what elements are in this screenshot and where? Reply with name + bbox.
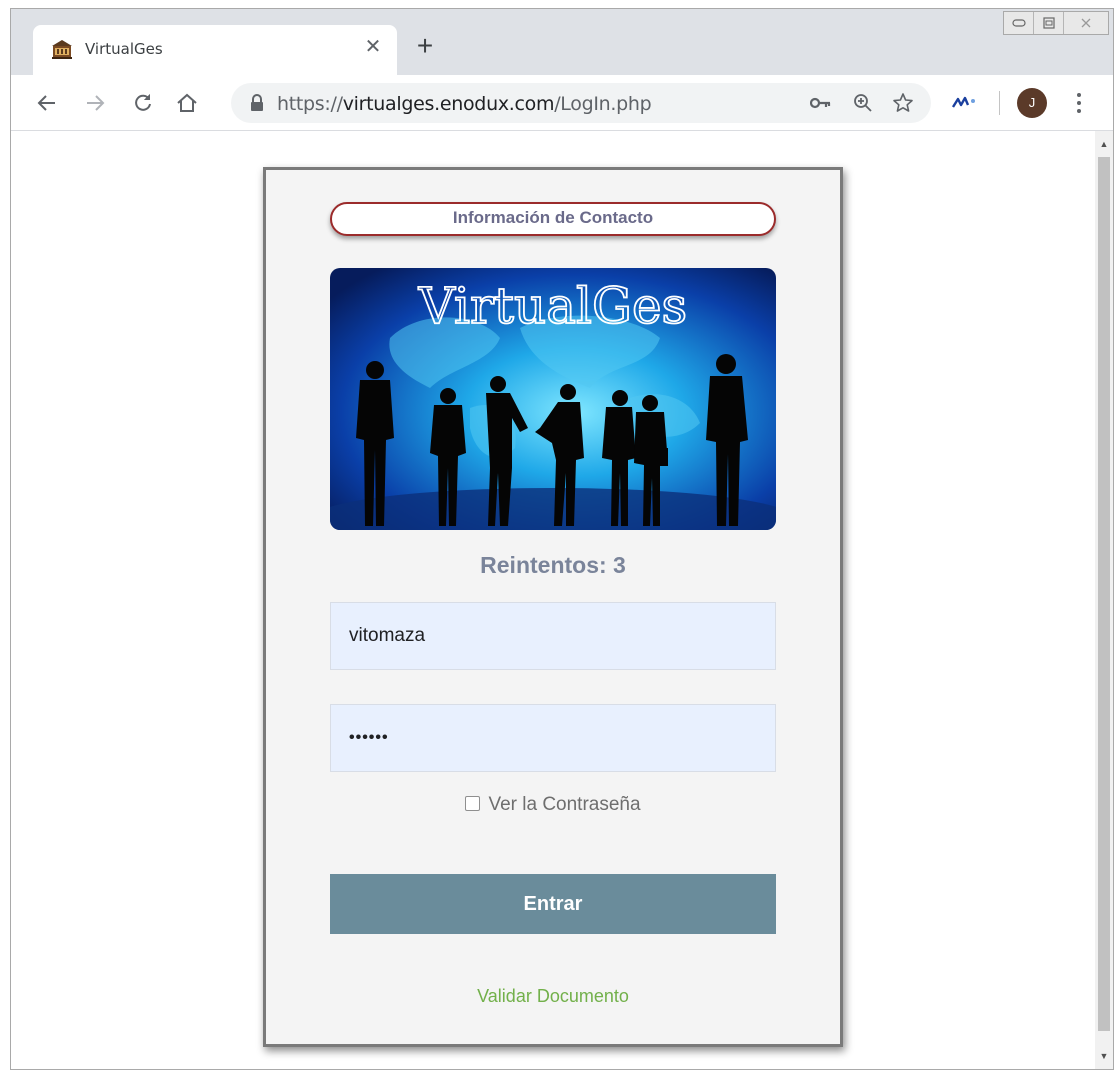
- minimize-icon[interactable]: [1004, 12, 1034, 34]
- tab-virtualges[interactable]: VirtualGes ✕: [33, 25, 397, 75]
- show-password-label: Ver la Contraseña: [488, 794, 641, 815]
- arrow-right-icon[interactable]: [79, 87, 111, 119]
- username-field[interactable]: vitomaza: [330, 602, 776, 670]
- close-icon[interactable]: [1064, 12, 1108, 34]
- avatar[interactable]: J: [1017, 88, 1047, 118]
- scroll-down-icon[interactable]: ▼: [1099, 1051, 1109, 1061]
- show-password-checkbox[interactable]: [465, 796, 481, 811]
- lock-icon: [251, 94, 263, 111]
- reload-icon[interactable]: [127, 87, 159, 119]
- address-bar[interactable]: https://virtualges.enodux.com/LogIn.php: [231, 83, 931, 123]
- url-path: /LogIn.php: [554, 93, 652, 115]
- page-viewport: Información de Contacto VirtualGes Reint…: [11, 131, 1113, 1069]
- browser-window: VirtualGes ✕ + https://virtualges.enodux…: [10, 8, 1114, 1070]
- show-password-toggle[interactable]: Ver la Contraseña: [330, 794, 776, 816]
- scroll-thumb[interactable]: [1098, 157, 1110, 1031]
- url-scheme: https://: [277, 93, 343, 115]
- retries-label: Reintentos: 3: [480, 552, 626, 578]
- validate-document-link[interactable]: Validar Documento: [330, 986, 776, 1007]
- bank-building-icon: [52, 40, 72, 59]
- scrollbar[interactable]: ▲ ▼: [1095, 131, 1113, 1069]
- window-controls: [1003, 11, 1109, 35]
- vertical-dots-icon[interactable]: [1067, 89, 1091, 117]
- password-field[interactable]: ••••••: [330, 704, 776, 772]
- star-icon[interactable]: [891, 91, 915, 115]
- home-icon[interactable]: [171, 87, 203, 119]
- tab-title: VirtualGes: [85, 40, 163, 58]
- arrow-left-icon[interactable]: [31, 87, 63, 119]
- banner-image: VirtualGes: [330, 268, 776, 530]
- enter-button[interactable]: Entrar: [330, 874, 776, 934]
- tab-strip: VirtualGes ✕ +: [11, 9, 1113, 75]
- restore-icon[interactable]: [1034, 12, 1064, 34]
- key-icon[interactable]: [809, 91, 833, 115]
- contact-info-button[interactable]: Información de Contacto: [330, 202, 776, 236]
- banner-title: VirtualGes: [418, 277, 687, 335]
- url-text: https://virtualges.enodux.com/LogIn.php: [277, 93, 652, 115]
- scroll-up-icon[interactable]: ▲: [1099, 139, 1109, 149]
- close-icon[interactable]: ✕: [361, 35, 385, 59]
- url-host: virtualges.enodux.com: [342, 93, 555, 115]
- toolbar: https://virtualges.enodux.com/LogIn.php …: [11, 75, 1113, 131]
- login-card: Información de Contacto VirtualGes Reint…: [263, 167, 843, 1047]
- toolbar-separator: [999, 91, 1000, 115]
- extension-icon[interactable]: [949, 91, 979, 115]
- plus-icon[interactable]: +: [411, 32, 439, 61]
- zoom-icon[interactable]: [851, 91, 875, 115]
